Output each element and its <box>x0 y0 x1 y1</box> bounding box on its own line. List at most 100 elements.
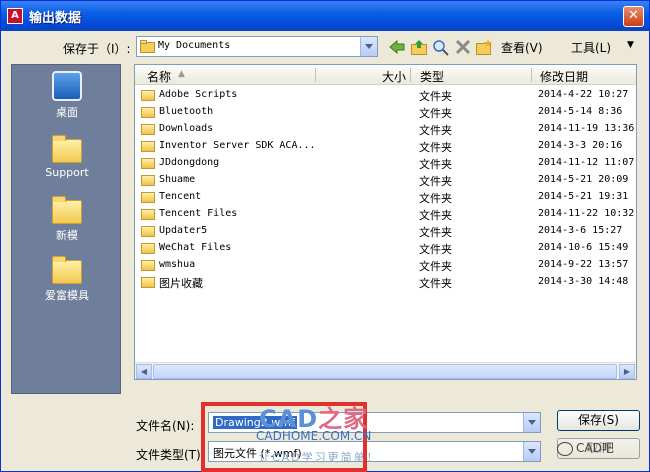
file-row[interactable]: Shuame 文件夹 2014-5-21 20:09 <box>135 172 636 189</box>
column-size[interactable]: 大小 <box>382 68 406 85</box>
file-type: 文件夹 <box>419 90 452 103</box>
delete-icon[interactable] <box>454 38 472 56</box>
file-modified: 2014-5-21 20:09 <box>538 174 629 185</box>
chevron-down-icon[interactable] <box>523 413 540 432</box>
close-button[interactable]: ✕ <box>623 6 644 27</box>
save-in-label: 保存于（I）: <box>63 42 131 56</box>
up-folder-icon[interactable] <box>410 38 428 56</box>
places-bar: 桌面 Support 新模 爱富模具 <box>11 64 121 394</box>
file-modified: 2014-11-22 10:32 <box>538 208 635 219</box>
filename-label: 文件名(N): <box>136 419 195 433</box>
watermark-slogan: 让CAD学习更简单！ <box>259 451 380 464</box>
file-name: Tencent <box>159 191 202 202</box>
window-title: 输出数据 <box>29 11 82 26</box>
folder-icon <box>52 135 82 163</box>
scrollbar-thumb[interactable] <box>153 364 617 379</box>
folder-icon <box>141 226 155 237</box>
file-modified: 2014-5-21 19:31 <box>538 191 629 202</box>
new-folder-icon[interactable] <box>475 38 493 56</box>
column-name[interactable]: 名称 <box>147 68 171 85</box>
scroll-right-icon[interactable]: ▶ <box>619 364 635 379</box>
folder-icon <box>141 158 155 169</box>
file-row[interactable]: Updater5 文件夹 2014-3-6 15:27 <box>135 223 636 240</box>
column-type[interactable]: 类型 <box>420 68 444 85</box>
file-modified: 2014-4-22 10:27 <box>538 89 629 100</box>
folder-icon <box>141 260 155 271</box>
place-desktop[interactable]: 桌面 <box>12 71 122 120</box>
file-name: JDdongdong <box>159 157 220 168</box>
file-modified: 2014-3-6 15:27 <box>538 225 623 236</box>
place-label: 新模 <box>56 229 78 242</box>
file-row[interactable]: Adobe Scripts 文件夹 2014-4-22 10:27 <box>135 87 636 104</box>
file-name: Downloads <box>159 123 214 134</box>
view-menu[interactable]: 查看(V) <box>501 39 543 56</box>
file-row[interactable]: Downloads 文件夹 2014-11-19 13:36 <box>135 121 636 138</box>
folder-icon <box>141 124 155 135</box>
save-in-dropdown[interactable]: My Documents <box>136 36 378 57</box>
file-modified: 2014-5-14 8:36 <box>538 106 623 117</box>
save-in-value: My Documents <box>158 40 231 51</box>
wechat-icon <box>557 441 573 456</box>
place-aifu-mold[interactable]: 爱富模具 <box>12 256 122 303</box>
file-name: wmshua <box>159 259 196 270</box>
folder-icon <box>141 175 155 186</box>
watermark-site: CADHOME.COM.CN <box>256 429 372 443</box>
folder-icon <box>141 192 155 203</box>
file-row[interactable]: Tencent 文件夹 2014-5-21 19:31 <box>135 189 636 206</box>
file-modified: 2014-11-19 13:36 <box>538 123 635 134</box>
file-name: Bluetooth <box>159 106 214 117</box>
back-icon[interactable] <box>388 38 406 56</box>
file-name: Tencent Files <box>159 208 238 219</box>
save-dialog: A 输出数据 ✕ 保存于（I）: My Documents 查看(V) 工具(L… <box>0 0 650 472</box>
chevron-down-icon[interactable] <box>360 37 377 56</box>
picture-folder-icon <box>141 277 155 288</box>
scroll-left-icon[interactable]: ◀ <box>136 364 152 379</box>
column-modified[interactable]: 修改日期 <box>540 68 588 85</box>
file-name: WeChat Files <box>159 242 232 253</box>
place-support[interactable]: Support <box>12 135 122 179</box>
file-type: 文件夹 <box>419 209 452 222</box>
file-type: 文件夹 <box>419 277 452 290</box>
file-row[interactable]: Bluetooth 文件夹 2014-5-14 8:36 <box>135 104 636 121</box>
file-type: 文件夹 <box>419 107 452 120</box>
file-type: 文件夹 <box>419 175 452 188</box>
file-type: 文件夹 <box>419 192 452 205</box>
folder-icon <box>52 256 82 284</box>
sort-ascending-icon: ▲ <box>178 69 185 79</box>
search-web-icon[interactable] <box>432 38 450 56</box>
tools-menu[interactable]: 工具(L) <box>571 39 611 56</box>
file-list-header: 名称 ▲ 大小 类型 修改日期 <box>135 65 636 85</box>
file-modified: 2014-10-6 15:49 <box>538 242 629 253</box>
file-row[interactable]: Tencent Files 文件夹 2014-11-22 10:32 <box>135 206 636 223</box>
file-row[interactable]: 图片收藏 文件夹 2014-3-30 14:48 <box>135 274 636 291</box>
chevron-down-icon[interactable] <box>523 442 540 461</box>
place-xinmo[interactable]: 新模 <box>12 196 122 243</box>
horizontal-scrollbar[interactable]: ◀ ▶ <box>135 362 636 379</box>
file-modified: 2014-3-30 14:48 <box>538 276 629 287</box>
autocad-app-icon: A <box>7 8 23 24</box>
tools-dropdown-chevron-icon[interactable]: ▼ <box>627 40 634 50</box>
file-row[interactable]: Inventor Server SDK ACA... 文件夹 2014-3-3 … <box>135 138 636 155</box>
place-label: 爱富模具 <box>45 289 89 302</box>
folder-icon <box>141 90 155 101</box>
file-row[interactable]: wmshua 文件夹 2014-9-22 13:57 <box>135 257 636 274</box>
title-bar[interactable]: A 输出数据 ✕ <box>1 1 649 31</box>
file-type: 文件夹 <box>419 158 452 171</box>
folder-icon <box>141 141 155 152</box>
file-row[interactable]: JDdongdong 文件夹 2014-11-12 11:07 <box>135 155 636 172</box>
folder-icon <box>141 107 155 118</box>
filetype-label: 文件类型(T): <box>136 448 205 462</box>
file-modified: 2014-9-22 13:57 <box>538 259 629 270</box>
file-type: 文件夹 <box>419 226 452 239</box>
save-button[interactable]: 保存(S) <box>557 410 640 431</box>
folder-icon <box>141 209 155 220</box>
file-modified: 2014-3-3 20:16 <box>538 140 623 151</box>
file-list[interactable]: 名称 ▲ 大小 类型 修改日期 Adobe Scripts 文件夹 2014-4… <box>134 64 637 380</box>
file-name: Inventor Server SDK ACA... <box>159 140 316 151</box>
file-name: Shuame <box>159 174 196 185</box>
folder-icon <box>52 196 82 224</box>
folder-icon <box>140 40 155 53</box>
file-name: Updater5 <box>159 225 208 236</box>
file-row[interactable]: WeChat Files 文件夹 2014-10-6 15:49 <box>135 240 636 257</box>
file-name: Adobe Scripts <box>159 89 238 100</box>
